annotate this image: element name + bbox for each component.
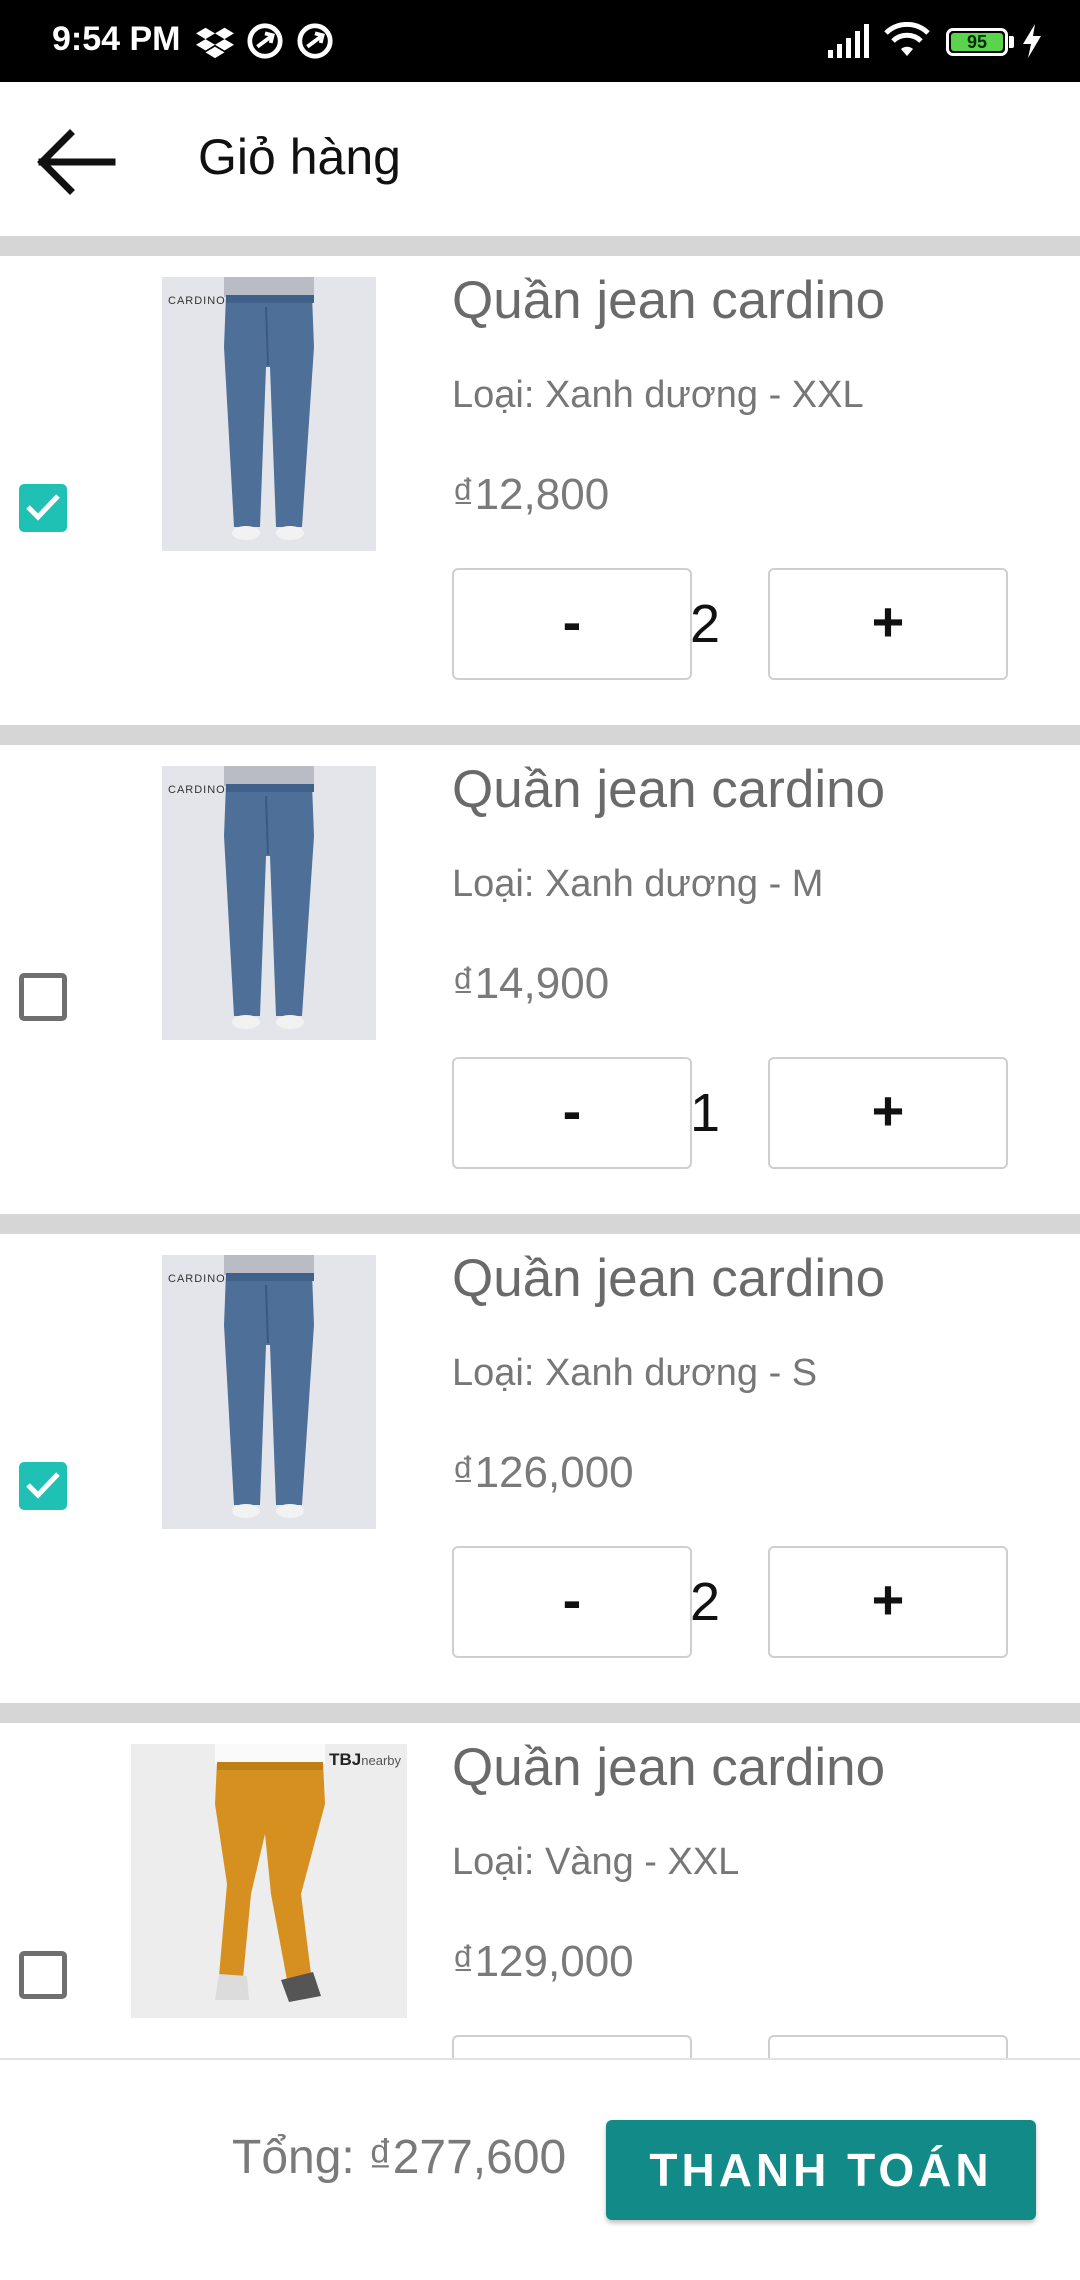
quantity-value: 1 — [690, 1083, 721, 1143]
decrease-quantity-button[interactable]: - — [452, 2035, 692, 2058]
jeans-image — [162, 766, 376, 1040]
charging-icon — [1023, 24, 1041, 58]
brand-name: TBJ — [329, 1750, 362, 1769]
battery-level: 95 — [951, 33, 1003, 51]
product-image[interactable]: CARDINO — [162, 766, 376, 1040]
product-name: Quần jean cardino — [452, 1249, 886, 1308]
increase-quantity-button[interactable]: + — [768, 1057, 1008, 1169]
product-name: Quần jean cardino — [452, 1738, 886, 1797]
product-image[interactable]: TBJnearby — [131, 1744, 407, 2018]
cart-item: CARDINO Quần jean cardino Loại: Xanh dươ… — [0, 256, 1080, 725]
product-price: ₫14,900 — [452, 959, 610, 1008]
divider — [0, 725, 1080, 745]
item-checkbox[interactable] — [19, 1951, 67, 1999]
product-price: ₫126,000 — [452, 1448, 634, 1497]
product-image[interactable]: CARDINO — [162, 277, 376, 551]
decrease-quantity-button[interactable]: - — [452, 568, 692, 680]
quantity-value: 2 — [690, 1572, 721, 1632]
battery-icon: 95 — [946, 28, 1008, 56]
wifi-icon — [884, 22, 930, 56]
app-bar: Giỏ hàng — [0, 82, 1080, 236]
product-name: Quần jean cardino — [452, 760, 886, 819]
cart-list[interactable]: CARDINO Quần jean cardino Loại: Xanh dươ… — [0, 236, 1080, 2058]
product-name: Quần jean cardino — [452, 271, 886, 330]
cart-item: TBJnearby Quần jean cardino Loại: Vàng -… — [0, 1723, 1080, 2058]
brand-suffix: nearby — [361, 1753, 401, 1768]
battery-tip — [1009, 36, 1014, 48]
increase-quantity-button[interactable]: + — [768, 568, 1008, 680]
brand-label: CARDINO — [168, 295, 226, 307]
divider — [0, 1214, 1080, 1234]
jeans-image — [162, 1255, 376, 1529]
increase-quantity-button[interactable]: + — [768, 1546, 1008, 1658]
sync-app-icon — [247, 23, 283, 59]
product-price: ₫12,800 — [452, 470, 610, 519]
decrease-quantity-button[interactable]: - — [452, 1546, 692, 1658]
quantity-value: 2 — [690, 594, 721, 654]
item-checkbox[interactable] — [19, 973, 67, 1021]
cart-item: CARDINO Quần jean cardino Loại: Xanh dươ… — [0, 745, 1080, 1214]
brand-label: TBJnearby — [329, 1750, 401, 1770]
item-checkbox[interactable] — [19, 484, 67, 532]
checkout-button[interactable]: THANH TOÁN — [606, 2120, 1036, 2220]
item-checkbox[interactable] — [19, 1462, 67, 1510]
product-image[interactable]: CARDINO — [162, 1255, 376, 1529]
arrow-back-icon — [37, 129, 116, 195]
divider — [0, 236, 1080, 256]
brand-label: CARDINO — [168, 784, 226, 796]
sync-app-icon — [297, 23, 333, 59]
brand-label: CARDINO — [168, 1273, 226, 1285]
decrease-quantity-button[interactable]: - — [452, 1057, 692, 1169]
checkout-bar: Tổng: ₫277,600 THANH TOÁN — [0, 2058, 1080, 2280]
product-variant: Loại: Xanh dương - M — [452, 863, 824, 905]
cart-item: CARDINO Quần jean cardino Loại: Xanh dươ… — [0, 1234, 1080, 1703]
back-button[interactable] — [30, 112, 130, 212]
status-time: 9:54 PM — [52, 20, 181, 58]
product-variant: Loại: Xanh dương - S — [452, 1352, 818, 1394]
chinos-image — [131, 1744, 407, 2018]
product-variant: Loại: Vàng - XXL — [452, 1841, 740, 1883]
total-price: Tổng: ₫277,600 — [232, 2131, 567, 2184]
signal-icon — [828, 24, 869, 58]
divider — [0, 1703, 1080, 1723]
product-price: ₫129,000 — [452, 1937, 634, 1986]
increase-quantity-button[interactable]: + — [768, 2035, 1008, 2058]
page-title: Giỏ hàng — [198, 129, 401, 185]
jeans-image — [162, 277, 376, 551]
dropbox-icon — [196, 27, 234, 59]
status-bar: 9:54 PM 95 — [0, 0, 1080, 82]
product-variant: Loại: Xanh dương - XXL — [452, 374, 864, 416]
check-icon — [26, 1472, 60, 1499]
check-icon — [26, 494, 60, 521]
